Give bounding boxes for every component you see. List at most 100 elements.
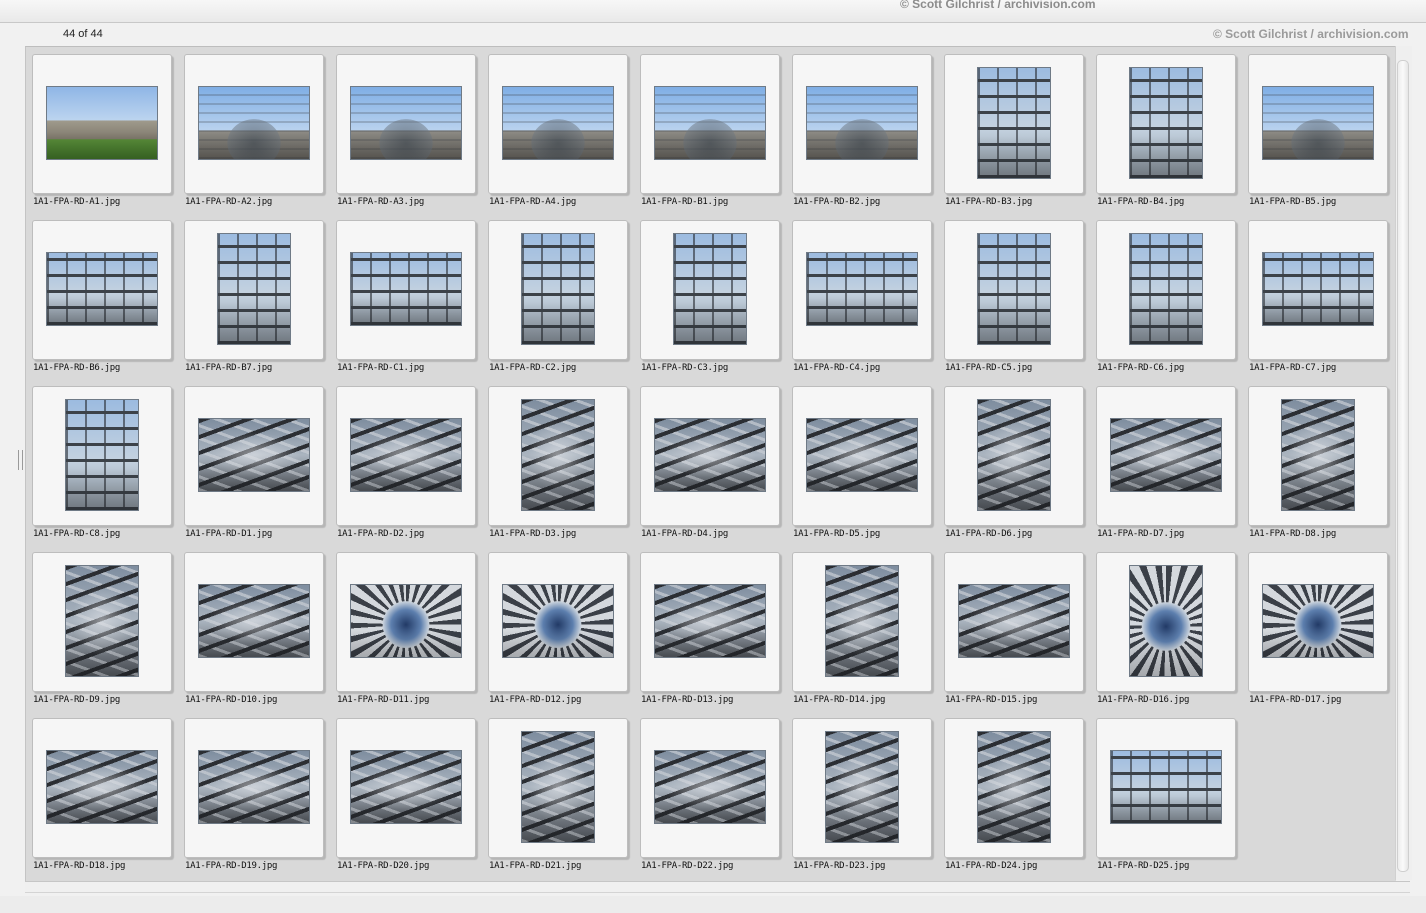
thumbnail-frame[interactable] <box>336 54 476 194</box>
thumbnail-frame[interactable] <box>488 718 628 858</box>
resize-handle[interactable] <box>18 450 23 470</box>
thumbnail-frame[interactable] <box>1096 718 1236 858</box>
thumbnail-item[interactable]: 1A1-FPA-RD-B4.jpg <box>1096 54 1248 220</box>
thumbnail-item[interactable]: 1A1-FPA-RD-D9.jpg <box>32 552 184 718</box>
thumbnail-item[interactable]: 1A1-FPA-RD-B7.jpg <box>184 220 336 386</box>
horizontal-scrollbar[interactable] <box>25 881 1410 893</box>
thumbnail-image[interactable] <box>521 233 595 345</box>
thumbnail-frame[interactable] <box>184 552 324 692</box>
thumbnail-item[interactable]: 1A1-FPA-RD-B2.jpg <box>792 54 944 220</box>
thumbnail-frame[interactable] <box>184 220 324 360</box>
thumbnail-frame[interactable] <box>184 718 324 858</box>
thumbnail-image[interactable] <box>46 750 158 824</box>
thumbnail-frame[interactable] <box>32 220 172 360</box>
thumbnail-frame[interactable] <box>336 220 476 360</box>
thumbnail-image[interactable] <box>958 584 1070 658</box>
thumbnail-item[interactable]: 1A1-FPA-RD-D12.jpg <box>488 552 640 718</box>
thumbnail-image[interactable] <box>1262 86 1374 160</box>
thumbnail-image[interactable] <box>977 731 1051 843</box>
thumbnail-item[interactable]: 1A1-FPA-RD-D14.jpg <box>792 552 944 718</box>
thumbnail-image[interactable] <box>46 86 158 160</box>
thumbnail-frame[interactable] <box>640 220 780 360</box>
thumbnail-image[interactable] <box>825 565 899 677</box>
thumbnail-frame[interactable] <box>184 54 324 194</box>
thumbnail-item[interactable]: 1A1-FPA-RD-D21.jpg <box>488 718 640 884</box>
thumbnail-image[interactable] <box>521 399 595 511</box>
thumbnail-item[interactable]: 1A1-FPA-RD-D10.jpg <box>184 552 336 718</box>
thumbnail-item[interactable]: 1A1-FPA-RD-D8.jpg <box>1248 386 1400 552</box>
thumbnail-frame[interactable] <box>944 386 1084 526</box>
thumbnail-item[interactable]: 1A1-FPA-RD-C1.jpg <box>336 220 488 386</box>
thumbnail-image[interactable] <box>806 86 918 160</box>
thumbnail-image[interactable] <box>198 86 310 160</box>
thumbnail-image[interactable] <box>977 399 1051 511</box>
vertical-scroll-thumb[interactable] <box>1397 60 1409 872</box>
thumbnail-image[interactable] <box>198 750 310 824</box>
thumbnail-frame[interactable] <box>488 552 628 692</box>
thumbnail-frame[interactable] <box>1248 54 1388 194</box>
thumbnail-frame[interactable] <box>1248 552 1388 692</box>
thumbnail-item[interactable]: 1A1-FPA-RD-D16.jpg <box>1096 552 1248 718</box>
thumbnail-item[interactable]: 1A1-FPA-RD-D18.jpg <box>32 718 184 884</box>
thumbnail-item[interactable]: 1A1-FPA-RD-D25.jpg <box>1096 718 1248 884</box>
thumbnail-item[interactable]: 1A1-FPA-RD-C8.jpg <box>32 386 184 552</box>
thumbnail-image[interactable] <box>1110 418 1222 492</box>
thumbnail-item[interactable]: 1A1-FPA-RD-D4.jpg <box>640 386 792 552</box>
thumbnail-image[interactable] <box>977 233 1051 345</box>
thumbnail-frame[interactable] <box>944 552 1084 692</box>
thumbnail-item[interactable]: 1A1-FPA-RD-D1.jpg <box>184 386 336 552</box>
thumbnail-frame[interactable] <box>944 220 1084 360</box>
thumbnail-item[interactable]: 1A1-FPA-RD-C7.jpg <box>1248 220 1400 386</box>
thumbnail-frame[interactable] <box>1096 552 1236 692</box>
thumbnail-item[interactable]: 1A1-FPA-RD-D13.jpg <box>640 552 792 718</box>
thumbnail-item[interactable]: 1A1-FPA-RD-B6.jpg <box>32 220 184 386</box>
thumbnail-frame[interactable] <box>32 552 172 692</box>
thumbnail-item[interactable]: 1A1-FPA-RD-D23.jpg <box>792 718 944 884</box>
thumbnail-frame[interactable] <box>32 54 172 194</box>
thumbnail-image[interactable] <box>198 584 310 658</box>
thumbnail-item[interactable]: 1A1-FPA-RD-B1.jpg <box>640 54 792 220</box>
thumbnail-image[interactable] <box>65 399 139 511</box>
thumbnail-frame[interactable] <box>792 718 932 858</box>
thumbnail-frame[interactable] <box>1096 54 1236 194</box>
thumbnail-image[interactable] <box>1281 399 1355 511</box>
thumbnail-image[interactable] <box>1129 565 1203 677</box>
thumbnail-item[interactable]: 1A1-FPA-RD-D5.jpg <box>792 386 944 552</box>
thumbnail-image[interactable] <box>502 584 614 658</box>
thumbnail-item[interactable]: 1A1-FPA-RD-A1.jpg <box>32 54 184 220</box>
thumbnail-frame[interactable] <box>640 54 780 194</box>
thumbnail-image[interactable] <box>977 67 1051 179</box>
thumbnail-frame[interactable] <box>336 552 476 692</box>
thumbnail-image[interactable] <box>350 252 462 326</box>
thumbnail-frame[interactable] <box>32 386 172 526</box>
thumbnail-image[interactable] <box>806 252 918 326</box>
thumbnail-item[interactable]: 1A1-FPA-RD-C5.jpg <box>944 220 1096 386</box>
thumbnail-image[interactable] <box>654 418 766 492</box>
thumbnail-item[interactable]: 1A1-FPA-RD-D3.jpg <box>488 386 640 552</box>
thumbnail-item[interactable]: 1A1-FPA-RD-D19.jpg <box>184 718 336 884</box>
thumbnail-item[interactable]: 1A1-FPA-RD-C2.jpg <box>488 220 640 386</box>
thumbnail-frame[interactable] <box>640 718 780 858</box>
thumbnail-item[interactable]: 1A1-FPA-RD-A3.jpg <box>336 54 488 220</box>
thumbnail-image[interactable] <box>1110 750 1222 824</box>
thumbnail-frame[interactable] <box>336 718 476 858</box>
thumbnail-frame[interactable] <box>944 54 1084 194</box>
thumbnail-frame[interactable] <box>944 718 1084 858</box>
thumbnail-image[interactable] <box>806 418 918 492</box>
thumbnail-frame[interactable] <box>184 386 324 526</box>
thumbnail-image[interactable] <box>350 584 462 658</box>
thumbnail-frame[interactable] <box>792 386 932 526</box>
thumbnail-item[interactable]: 1A1-FPA-RD-A4.jpg <box>488 54 640 220</box>
thumbnail-image[interactable] <box>1129 67 1203 179</box>
thumbnail-image[interactable] <box>654 86 766 160</box>
thumbnail-frame[interactable] <box>488 220 628 360</box>
thumbnail-image[interactable] <box>1262 252 1374 326</box>
thumbnail-image[interactable] <box>46 252 158 326</box>
thumbnail-item[interactable]: 1A1-FPA-RD-D2.jpg <box>336 386 488 552</box>
thumbnail-image[interactable] <box>350 750 462 824</box>
thumbnail-frame[interactable] <box>792 220 932 360</box>
thumbnail-item[interactable]: 1A1-FPA-RD-D6.jpg <box>944 386 1096 552</box>
thumbnail-frame[interactable] <box>32 718 172 858</box>
thumbnail-item[interactable]: 1A1-FPA-RD-D11.jpg <box>336 552 488 718</box>
thumbnail-item[interactable]: 1A1-FPA-RD-D22.jpg <box>640 718 792 884</box>
